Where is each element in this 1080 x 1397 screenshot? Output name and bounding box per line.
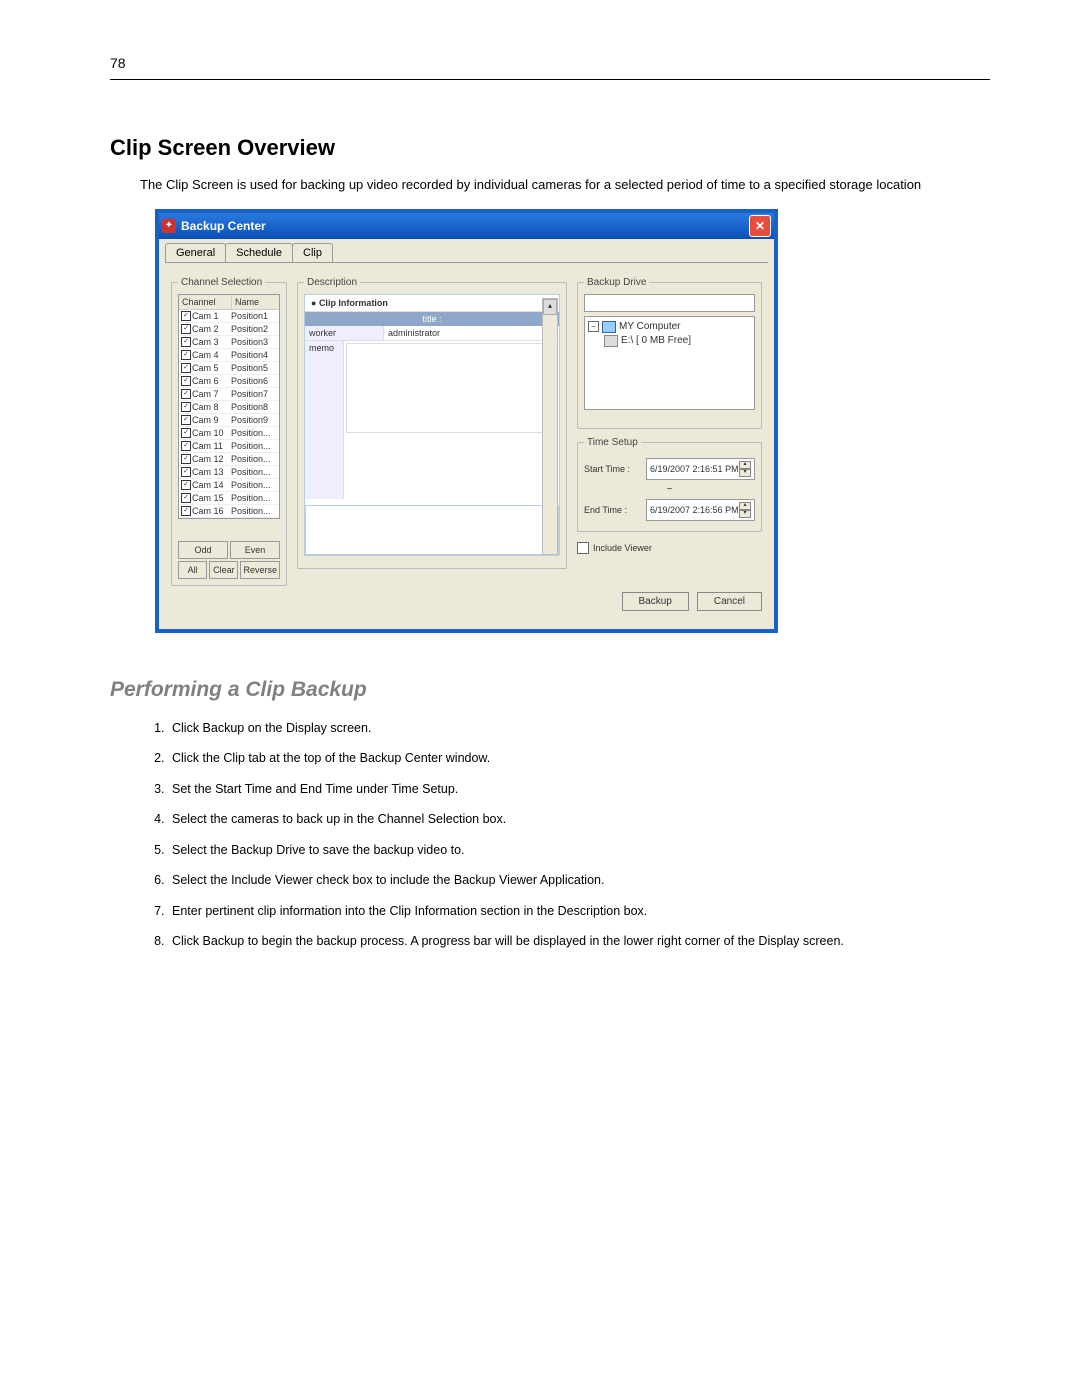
col-channel: Channel bbox=[179, 295, 232, 309]
checkbox-icon[interactable]: ✓ bbox=[181, 337, 191, 347]
app-icon: ✦ bbox=[162, 219, 176, 233]
checkbox-icon[interactable]: ✓ bbox=[181, 350, 191, 360]
channel-row[interactable]: ✓Cam 7Position7 bbox=[179, 388, 279, 401]
worker-label: worker bbox=[305, 326, 384, 340]
tab-general[interactable]: General bbox=[165, 243, 226, 262]
scroll-up-icon[interactable]: ▴ bbox=[543, 299, 557, 315]
spin-down-icon[interactable]: ▾ bbox=[739, 469, 751, 477]
all-button[interactable]: All bbox=[178, 561, 207, 579]
description-group: Description ● Clip Information title : w… bbox=[297, 277, 567, 569]
checkbox-icon[interactable]: ✓ bbox=[181, 415, 191, 425]
step-item: Select the Backup Drive to save the back… bbox=[168, 842, 990, 860]
end-time-label: End Time : bbox=[584, 505, 640, 515]
tab-clip[interactable]: Clip bbox=[292, 243, 333, 262]
checkbox-icon[interactable]: ✓ bbox=[181, 467, 191, 477]
drive-e-node[interactable]: E:\ [ 0 MB Free] bbox=[621, 335, 691, 346]
channel-row[interactable]: ✓Cam 3Position3 bbox=[179, 336, 279, 349]
start-time-input[interactable]: 6/19/2007 2:16:51 PM ▴▾ bbox=[646, 458, 755, 480]
window-title: Backup Center bbox=[181, 219, 749, 233]
clip-title-row: title : bbox=[305, 312, 559, 326]
section-heading: Clip Screen Overview bbox=[110, 135, 990, 161]
checkbox-icon[interactable]: ✓ bbox=[181, 376, 191, 386]
computer-icon bbox=[602, 321, 616, 333]
channel-row[interactable]: ✓Cam 2Position2 bbox=[179, 323, 279, 336]
close-icon[interactable]: ✕ bbox=[749, 215, 771, 237]
checkbox-icon[interactable]: ✓ bbox=[181, 428, 191, 438]
cancel-button[interactable]: Cancel bbox=[697, 592, 762, 611]
backup-drive-group: Backup Drive − MY Computer E:\ [ 0 MB Fr… bbox=[577, 277, 762, 429]
page-number: 78 bbox=[110, 55, 990, 71]
my-computer-node[interactable]: MY Computer bbox=[619, 321, 681, 332]
channel-row[interactable]: ✓Cam 14Position... bbox=[179, 479, 279, 492]
backup-center-window: ✦ Backup Center ✕ General Schedule Clip … bbox=[155, 209, 778, 633]
clear-button[interactable]: Clear bbox=[209, 561, 238, 579]
odd-button[interactable]: Odd bbox=[178, 541, 228, 559]
tab-schedule[interactable]: Schedule bbox=[225, 243, 293, 262]
channel-row[interactable]: ✓Cam 13Position... bbox=[179, 466, 279, 479]
scrollbar[interactable]: ▴ bbox=[542, 298, 558, 555]
tab-bar: General Schedule Clip bbox=[159, 239, 774, 262]
checkbox-icon[interactable]: ✓ bbox=[181, 441, 191, 451]
channel-row[interactable]: ✓Cam 15Position... bbox=[179, 492, 279, 505]
memo-field[interactable] bbox=[346, 343, 557, 433]
time-setup-group: Time Setup Start Time : 6/19/2007 2:16:5… bbox=[577, 437, 762, 532]
channel-row[interactable]: ✓Cam 16Position... bbox=[179, 505, 279, 518]
checkbox-icon[interactable]: ✓ bbox=[181, 480, 191, 490]
start-time-label: Start Time : bbox=[584, 464, 640, 474]
channel-row[interactable]: ✓Cam 5Position5 bbox=[179, 362, 279, 375]
step-item: Select the cameras to back up in the Cha… bbox=[168, 811, 990, 829]
checkbox-icon[interactable]: ✓ bbox=[181, 493, 191, 503]
include-viewer-checkbox[interactable] bbox=[577, 542, 589, 554]
worker-value: administrator bbox=[384, 326, 444, 340]
intro-paragraph: The Clip Screen is used for backing up v… bbox=[110, 175, 990, 195]
memo-label: memo bbox=[305, 341, 344, 499]
titlebar: ✦ Backup Center ✕ bbox=[159, 213, 774, 239]
reverse-button[interactable]: Reverse bbox=[240, 561, 280, 579]
horizontal-rule bbox=[110, 79, 990, 80]
drive-path-input[interactable] bbox=[584, 294, 755, 312]
checkbox-icon[interactable]: ✓ bbox=[181, 324, 191, 334]
checkbox-icon[interactable]: ✓ bbox=[181, 402, 191, 412]
step-item: Enter pertinent clip information into th… bbox=[168, 903, 990, 921]
step-item: Set the Start Time and End Time under Ti… bbox=[168, 781, 990, 799]
step-item: Click the Clip tab at the top of the Bac… bbox=[168, 750, 990, 768]
time-setup-legend: Time Setup bbox=[584, 437, 641, 448]
channel-row[interactable]: ✓Cam 8Position8 bbox=[179, 401, 279, 414]
channel-row[interactable]: ✓Cam 12Position... bbox=[179, 453, 279, 466]
drive-icon bbox=[604, 335, 618, 347]
channel-row[interactable]: ✓Cam 1Position1 bbox=[179, 310, 279, 323]
channel-selection-legend: Channel Selection bbox=[178, 277, 265, 288]
collapse-icon[interactable]: − bbox=[588, 321, 599, 332]
spin-down-icon[interactable]: ▾ bbox=[739, 510, 751, 518]
backup-drive-legend: Backup Drive bbox=[584, 277, 649, 288]
channel-row[interactable]: ✓Cam 6Position6 bbox=[179, 375, 279, 388]
subsection-heading: Performing a Clip Backup bbox=[110, 678, 990, 702]
channel-row[interactable]: ✓Cam 9Position9 bbox=[179, 414, 279, 427]
col-name: Name bbox=[232, 295, 279, 309]
channel-selection-group: Channel Selection Channel Name ✓Cam 1Pos… bbox=[171, 277, 287, 586]
step-item: Select the Include Viewer check box to i… bbox=[168, 872, 990, 890]
include-viewer-label: Include Viewer bbox=[593, 543, 652, 553]
even-button[interactable]: Even bbox=[230, 541, 280, 559]
checkbox-icon[interactable]: ✓ bbox=[181, 506, 191, 516]
checkbox-icon[interactable]: ✓ bbox=[181, 311, 191, 321]
backup-button[interactable]: Backup bbox=[622, 592, 689, 611]
step-item: Click Backup on the Display screen. bbox=[168, 720, 990, 738]
spin-up-icon[interactable]: ▴ bbox=[739, 502, 751, 510]
checkbox-icon[interactable]: ✓ bbox=[181, 363, 191, 373]
channel-row[interactable]: ✓Cam 4Position4 bbox=[179, 349, 279, 362]
description-legend: Description bbox=[304, 277, 360, 288]
step-item: Click Backup to begin the backup process… bbox=[168, 933, 990, 951]
drive-tree[interactable]: − MY Computer E:\ [ 0 MB Free] bbox=[584, 316, 755, 410]
checkbox-icon[interactable]: ✓ bbox=[181, 454, 191, 464]
time-range-separator: ~ bbox=[584, 484, 755, 495]
end-time-input[interactable]: 6/19/2007 2:16:56 PM ▴▾ bbox=[646, 499, 755, 521]
channel-row[interactable]: ✓Cam 10Position... bbox=[179, 427, 279, 440]
channel-row[interactable]: ✓Cam 11Position... bbox=[179, 440, 279, 453]
description-textarea[interactable] bbox=[305, 505, 559, 555]
clip-information-header: ● Clip Information bbox=[305, 295, 559, 312]
steps-list: Click Backup on the Display screen. Click… bbox=[110, 720, 990, 951]
spin-up-icon[interactable]: ▴ bbox=[739, 461, 751, 469]
checkbox-icon[interactable]: ✓ bbox=[181, 389, 191, 399]
